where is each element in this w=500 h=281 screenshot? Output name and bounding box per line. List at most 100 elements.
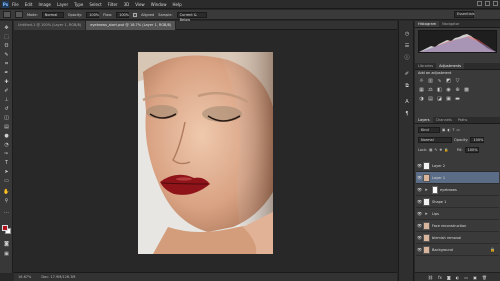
- layer-mask-thumbnail[interactable]: [432, 185, 438, 194]
- quick-select-tool-icon[interactable]: ✎: [3, 52, 10, 58]
- properties-panel-icon[interactable]: ☰: [403, 43, 411, 50]
- lock-transparency-icon[interactable]: ▦: [429, 148, 432, 152]
- visibility-eye-icon[interactable]: 👁: [416, 247, 423, 252]
- tab-paths[interactable]: Paths: [455, 117, 471, 123]
- sample-select[interactable]: Current & Below: [176, 11, 207, 22]
- filter-adjustment-icon[interactable]: ◐: [447, 128, 450, 132]
- tab-untitled[interactable]: Untitled-1 @ 100% (Layer 1, RGB/8): [14, 21, 87, 30]
- black-white-icon[interactable]: ◧: [436, 87, 443, 93]
- filter-shape-icon[interactable]: ▭: [457, 128, 460, 132]
- vibrance-icon[interactable]: ▽: [454, 78, 461, 84]
- layer-row[interactable]: 👁 Background 🔒: [416, 244, 499, 256]
- visibility-eye-icon[interactable]: 👁: [416, 163, 423, 168]
- shape-tool-icon[interactable]: ▭: [3, 178, 10, 184]
- crop-tool-icon[interactable]: ⌗: [3, 61, 10, 67]
- layer-style-icon[interactable]: fx: [438, 275, 442, 280]
- tab-layers[interactable]: Layers: [415, 117, 433, 123]
- color-swatches[interactable]: [2, 225, 11, 234]
- visibility-eye-icon[interactable]: 👁: [416, 235, 423, 240]
- visibility-eye-icon[interactable]: 👁: [416, 175, 423, 180]
- lock-all-icon[interactable]: 🔒: [444, 148, 448, 152]
- menu-window[interactable]: Window: [151, 2, 167, 7]
- tab-histogram[interactable]: Histogram: [415, 21, 440, 27]
- brush-preset-picker[interactable]: [15, 11, 23, 18]
- new-adjustment-icon[interactable]: ◐: [456, 275, 460, 280]
- type-tool-icon[interactable]: T: [3, 160, 10, 166]
- tab-navigator[interactable]: Navigator: [439, 21, 462, 27]
- menu-view[interactable]: View: [135, 2, 145, 7]
- dodge-tool-icon[interactable]: ◔: [3, 142, 10, 148]
- new-layer-icon[interactable]: ▣: [473, 275, 477, 280]
- menu-select[interactable]: Select: [89, 2, 101, 7]
- layer-opacity-field[interactable]: 100%: [470, 136, 485, 143]
- eraser-tool-icon[interactable]: ◫: [3, 115, 10, 121]
- delete-layer-icon[interactable]: 🗑: [482, 275, 487, 280]
- brightness-contrast-icon[interactable]: ☼: [418, 78, 425, 84]
- posterize-icon[interactable]: ▤: [427, 96, 434, 102]
- menu-filter[interactable]: Filter: [108, 2, 118, 7]
- menu-file[interactable]: File: [12, 2, 19, 7]
- clone-source-panel-icon[interactable]: ⧉: [403, 83, 411, 90]
- screen-mode-icon[interactable]: ▣: [3, 251, 10, 257]
- visibility-eye-icon[interactable]: 👁: [416, 187, 423, 192]
- gradient-map-icon[interactable]: ▬: [454, 96, 461, 102]
- move-tool-icon[interactable]: ✥: [3, 25, 10, 31]
- workspace-switcher[interactable]: Essentials: [454, 11, 475, 18]
- layer-kind-filter[interactable]: Kind: [418, 126, 440, 133]
- tab-channels[interactable]: Channels: [433, 117, 455, 123]
- info-panel-icon[interactable]: ⓘ: [403, 55, 411, 62]
- layer-row[interactable]: 👁 ▸ Lips: [416, 208, 499, 220]
- tool-preset-picker[interactable]: [3, 11, 11, 18]
- exposure-icon[interactable]: ◩: [445, 78, 452, 84]
- clone-stamp-tool-icon[interactable]: ⊥: [3, 97, 10, 103]
- menu-layer[interactable]: Layer: [57, 2, 68, 7]
- lock-position-icon[interactable]: ✥: [439, 148, 442, 152]
- aligned-checkbox[interactable]: [133, 12, 138, 17]
- lock-pixels-icon[interactable]: ✎: [434, 148, 437, 152]
- curves-icon[interactable]: ∿: [436, 78, 443, 84]
- color-balance-icon[interactable]: ⚖: [427, 87, 434, 93]
- history-brush-tool-icon[interactable]: ↺: [3, 106, 10, 112]
- mode-select[interactable]: Normal: [41, 11, 64, 18]
- layer-row[interactable]: 👁 blemish removal: [416, 232, 499, 244]
- opacity-field[interactable]: 100%: [86, 11, 99, 18]
- channel-mixer-icon[interactable]: ⊕: [454, 87, 461, 93]
- menu-image[interactable]: Image: [38, 2, 51, 7]
- lasso-tool-icon[interactable]: ʘ: [3, 43, 10, 49]
- path-selection-tool-icon[interactable]: ➤: [3, 169, 10, 175]
- paragraph-panel-icon[interactable]: ¶: [403, 111, 411, 118]
- quick-mask-icon[interactable]: ◙: [3, 241, 10, 247]
- zoom-level[interactable]: 16.67%: [18, 275, 31, 279]
- canvas-area[interactable]: [14, 31, 397, 272]
- brush-tool-icon[interactable]: ✐: [3, 88, 10, 94]
- hand-tool-icon[interactable]: ✋: [3, 189, 10, 195]
- visibility-eye-icon[interactable]: 👁: [416, 199, 423, 204]
- add-mask-icon[interactable]: ◙: [447, 275, 451, 280]
- visibility-eye-icon[interactable]: 👁: [416, 223, 423, 228]
- color-lookup-icon[interactable]: ▩: [463, 87, 470, 93]
- healing-brush-tool-icon[interactable]: ✚: [3, 79, 10, 85]
- layer-row[interactable]: 👁 Layer 2: [416, 160, 499, 172]
- menu-3d[interactable]: 3D: [124, 2, 130, 7]
- fill-field[interactable]: 100%: [464, 146, 479, 153]
- filter-type-icon[interactable]: T: [452, 128, 454, 132]
- gradient-tool-icon[interactable]: ▤: [3, 124, 10, 130]
- menu-help[interactable]: Help: [172, 2, 181, 7]
- close-button[interactable]: [493, 1, 498, 6]
- layer-row[interactable]: 👁 Shape 1: [416, 196, 499, 208]
- filter-pixel-icon[interactable]: ▣: [442, 128, 445, 132]
- layer-row[interactable]: 👁 Layer 1: [416, 172, 499, 184]
- selective-color-icon[interactable]: ▣: [445, 96, 452, 102]
- tab-libraries[interactable]: Libraries: [415, 63, 436, 69]
- brush-panel-icon[interactable]: ✐: [403, 71, 411, 78]
- more-tools-icon[interactable]: …: [3, 209, 10, 215]
- flow-field[interactable]: 100%: [116, 11, 129, 18]
- photo-filter-icon[interactable]: ◉: [445, 87, 452, 93]
- link-layers-icon[interactable]: ⛓: [428, 275, 433, 280]
- character-panel-icon[interactable]: A: [403, 99, 411, 106]
- eyedropper-tool-icon[interactable]: ✒: [3, 70, 10, 76]
- hue-saturation-icon[interactable]: ▦: [418, 87, 425, 93]
- tab-eyebrows[interactable]: eyebrows_start.psd @ 16.7% (Layer 1, RGB…: [86, 21, 177, 30]
- zoom-tool-icon[interactable]: ⚲: [3, 198, 10, 204]
- levels-icon[interactable]: ▥: [427, 78, 434, 84]
